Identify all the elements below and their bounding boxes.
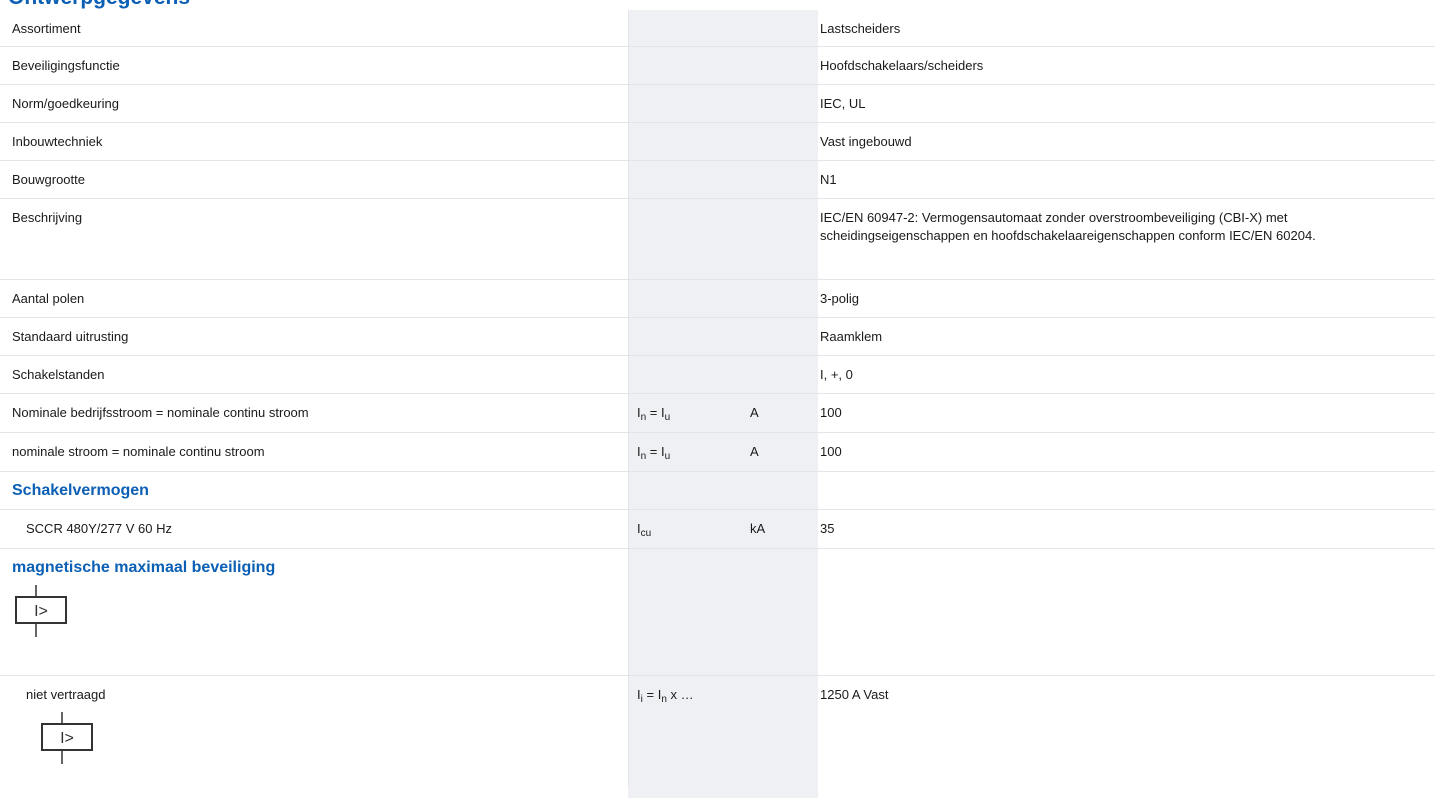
spec-row-aantal-polen: Aantal polen 3-polig <box>0 280 1435 318</box>
spec-symbol: Icu <box>628 510 743 548</box>
spec-label: Schakelstanden <box>12 367 105 382</box>
spec-row-assortiment: Assortiment Lastscheiders <box>0 10 1435 47</box>
spec-row-not-delayed: niet vertraagd I> Ii = In x … 1250 A Vas… <box>0 676 1435 786</box>
symbol-glyph: I> <box>34 603 48 620</box>
spec-unit: A <box>750 405 759 420</box>
spec-value: 100 <box>820 444 842 459</box>
spec-row-rated-current: Nominale bedrijfsstroom = nominale conti… <box>0 394 1435 433</box>
spec-value: N1 <box>820 172 837 187</box>
spec-label: Standaard uitrusting <box>12 329 129 344</box>
spec-row-bouwgrootte: Bouwgrootte N1 <box>0 161 1435 199</box>
spec-row-nominal-current: nominale stroom = nominale continu stroo… <box>0 433 1435 472</box>
spec-label: nominale stroom = nominale continu stroo… <box>12 444 265 459</box>
section-row-magnetic: magnetische maximaal beveiliging I> <box>0 549 1435 676</box>
spec-row-beschrijving: Beschrijving IEC/EN 60947-2: Vermogensau… <box>0 199 1435 280</box>
spec-value: 100 <box>820 405 842 420</box>
spec-label: Norm/goedkeuring <box>12 96 119 111</box>
spec-value: 35 <box>820 521 835 536</box>
spec-label: Beschrijving <box>12 210 83 225</box>
spec-unit: kA <box>750 521 766 536</box>
section-title: magnetische maximaal beveiliging I> <box>0 549 628 675</box>
spec-label: Assortiment <box>12 21 81 36</box>
section-row-schakelvermogen: Schakelvermogen <box>0 472 1435 510</box>
spec-label: niet vertraagd I> <box>0 676 628 786</box>
spec-value: Lastscheiders <box>820 21 901 36</box>
spec-symbol: In = Iu <box>628 394 743 432</box>
spec-value: Hoofdschakelaars/scheiders <box>820 58 984 73</box>
spec-label: Bouwgrootte <box>12 172 85 187</box>
spec-row-inbouwtechniek: Inbouwtechniek Vast ingebouwd <box>0 123 1435 161</box>
spec-row-schakelstanden: Schakelstanden I, +, 0 <box>0 356 1435 394</box>
spec-value: Vast ingebouwd <box>820 134 912 149</box>
spec-value: IEC, UL <box>820 96 866 111</box>
spec-table: Assortiment Lastscheiders Beveiligingsfu… <box>0 10 1435 786</box>
spec-value: 3-polig <box>820 291 860 306</box>
spec-value: I, +, 0 <box>820 367 853 382</box>
symbol-glyph: I> <box>60 730 74 747</box>
spec-value: IEC/EN 60947-2: Vermogensautomaat zonder… <box>820 210 1316 243</box>
spec-row-sccr: SCCR 480Y/277 V 60 Hz Icu kA 35 <box>0 510 1435 549</box>
spec-symbol: Ii = In x … <box>628 676 743 786</box>
instantaneous-release-symbol-icon: I> <box>41 712 93 764</box>
spec-unit: A <box>750 444 759 459</box>
spec-row-standaard-uitrusting: Standaard uitrusting Raamklem <box>0 318 1435 356</box>
spec-symbol: In = Iu <box>628 433 743 471</box>
spec-label: Beveiligingsfunctie <box>12 58 120 73</box>
spec-value: 1250 A Vast <box>820 687 889 702</box>
spec-label: SCCR 480Y/277 V 60 Hz <box>26 521 172 536</box>
spec-value: Raamklem <box>820 329 883 344</box>
spec-label: Aantal polen <box>12 291 85 306</box>
section-title: Schakelvermogen <box>12 482 149 499</box>
spec-label: Inbouwtechniek <box>12 134 103 149</box>
section-header-partial: Ontwerpgegevens <box>0 0 1435 10</box>
overcurrent-release-symbol-icon: I> <box>15 585 67 637</box>
spec-label: Nominale bedrijfsstroom = nominale conti… <box>12 405 309 420</box>
spec-row-norm: Norm/goedkeuring IEC, UL <box>0 85 1435 123</box>
spec-row-beveiligingsfunctie: Beveiligingsfunctie Hoofdschakelaars/sch… <box>0 47 1435 85</box>
